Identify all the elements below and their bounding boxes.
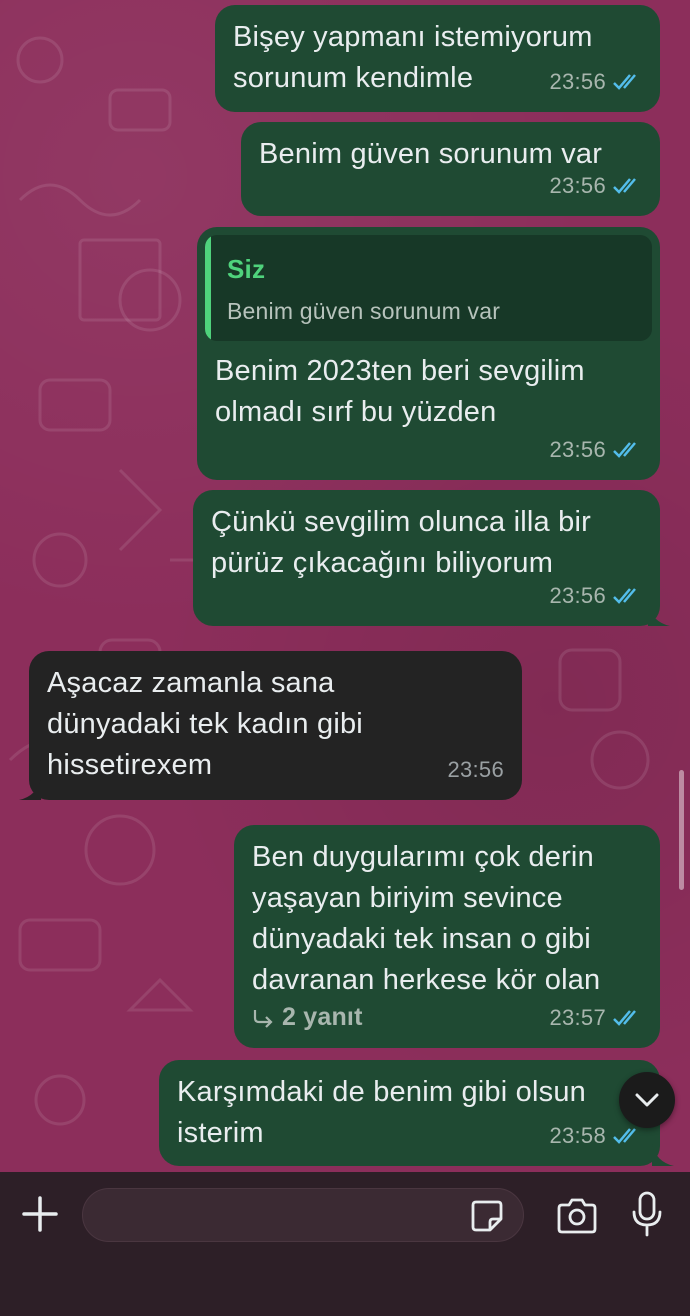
message-list[interactable]: Bişey yapmanı istemiyorum sorunum kendim… <box>0 0 690 1172</box>
double-check-icon <box>613 1127 636 1144</box>
message-meta: 23:56 <box>447 749 504 790</box>
quoted-message[interactable]: Siz Benim güven sorunum var <box>205 235 652 341</box>
message-meta: 23:56 <box>549 429 642 470</box>
message-bubble-outgoing[interactable]: Karşımdaki de benim gibi olsun isterim 2… <box>159 1060 660 1166</box>
thread-replies-count: 2 yanıt <box>282 1003 363 1031</box>
sticker-icon[interactable] <box>470 1199 504 1233</box>
message-bubble-incoming[interactable]: Aşacaz zamanla sana dünyadaki tek kadın … <box>19 651 522 800</box>
message-bubble-outgoing[interactable]: Ben duygularımı çok derin yaşayan biriyi… <box>234 825 660 1048</box>
message-bubble-outgoing[interactable]: Çünkü sevgilim olunca illa bir pürüz çık… <box>193 490 670 626</box>
double-check-icon <box>613 177 636 194</box>
message-meta: 23:56 <box>549 575 642 616</box>
message-bubble-outgoing-reply[interactable]: Siz Benim güven sorunum var Benim 2023te… <box>197 227 660 480</box>
scrollbar-thumb[interactable] <box>679 770 684 890</box>
scroll-to-bottom-button[interactable] <box>619 1072 675 1128</box>
message-time: 23:56 <box>447 757 504 782</box>
thread-replies-link[interactable]: 2 yanıt <box>252 997 363 1038</box>
plus-icon[interactable] <box>20 1194 60 1234</box>
message-text: Çünkü sevgilim olunca illa bir pürüz çık… <box>211 506 591 579</box>
message-text: Benim 2023ten beri sevgilim olmadı sırf … <box>215 355 585 428</box>
bubble-tail <box>19 778 41 800</box>
message-meta: 23:56 <box>549 61 642 102</box>
bubble-tail <box>652 1144 674 1166</box>
message-meta: 23:57 <box>549 997 642 1038</box>
reply-arrow-icon <box>253 1009 273 1028</box>
chevron-down-icon <box>635 1093 659 1107</box>
quote-text: Benim güven sorunum var <box>227 298 501 324</box>
mic-icon[interactable] <box>630 1190 664 1240</box>
message-text: Ben duygularımı çok derin yaşayan biriyi… <box>252 841 601 996</box>
double-check-icon <box>613 441 636 458</box>
message-input[interactable] <box>82 1188 524 1242</box>
camera-icon[interactable] <box>555 1196 599 1236</box>
message-bubble-outgoing[interactable]: Benim güven sorunum var 23:56 <box>241 122 660 216</box>
quote-author: Siz <box>227 254 266 284</box>
quote-accent-bar <box>205 235 211 341</box>
message-meta: 23:56 <box>549 165 642 206</box>
message-time: 23:56 <box>549 69 606 94</box>
double-check-icon <box>613 587 636 604</box>
message-time: 23:57 <box>549 1005 606 1030</box>
bubble-tail <box>648 604 670 626</box>
message-time: 23:56 <box>549 437 606 462</box>
message-time: 23:56 <box>549 583 606 608</box>
message-text: Aşacaz zamanla sana dünyadaki tek kadın … <box>47 667 363 781</box>
double-check-icon <box>613 73 636 90</box>
message-composer <box>0 1172 690 1316</box>
message-time: 23:58 <box>549 1123 606 1148</box>
double-check-icon <box>613 1009 636 1026</box>
message-bubble-outgoing[interactable]: Bişey yapmanı istemiyorum sorunum kendim… <box>215 5 660 112</box>
message-time: 23:56 <box>549 173 606 198</box>
